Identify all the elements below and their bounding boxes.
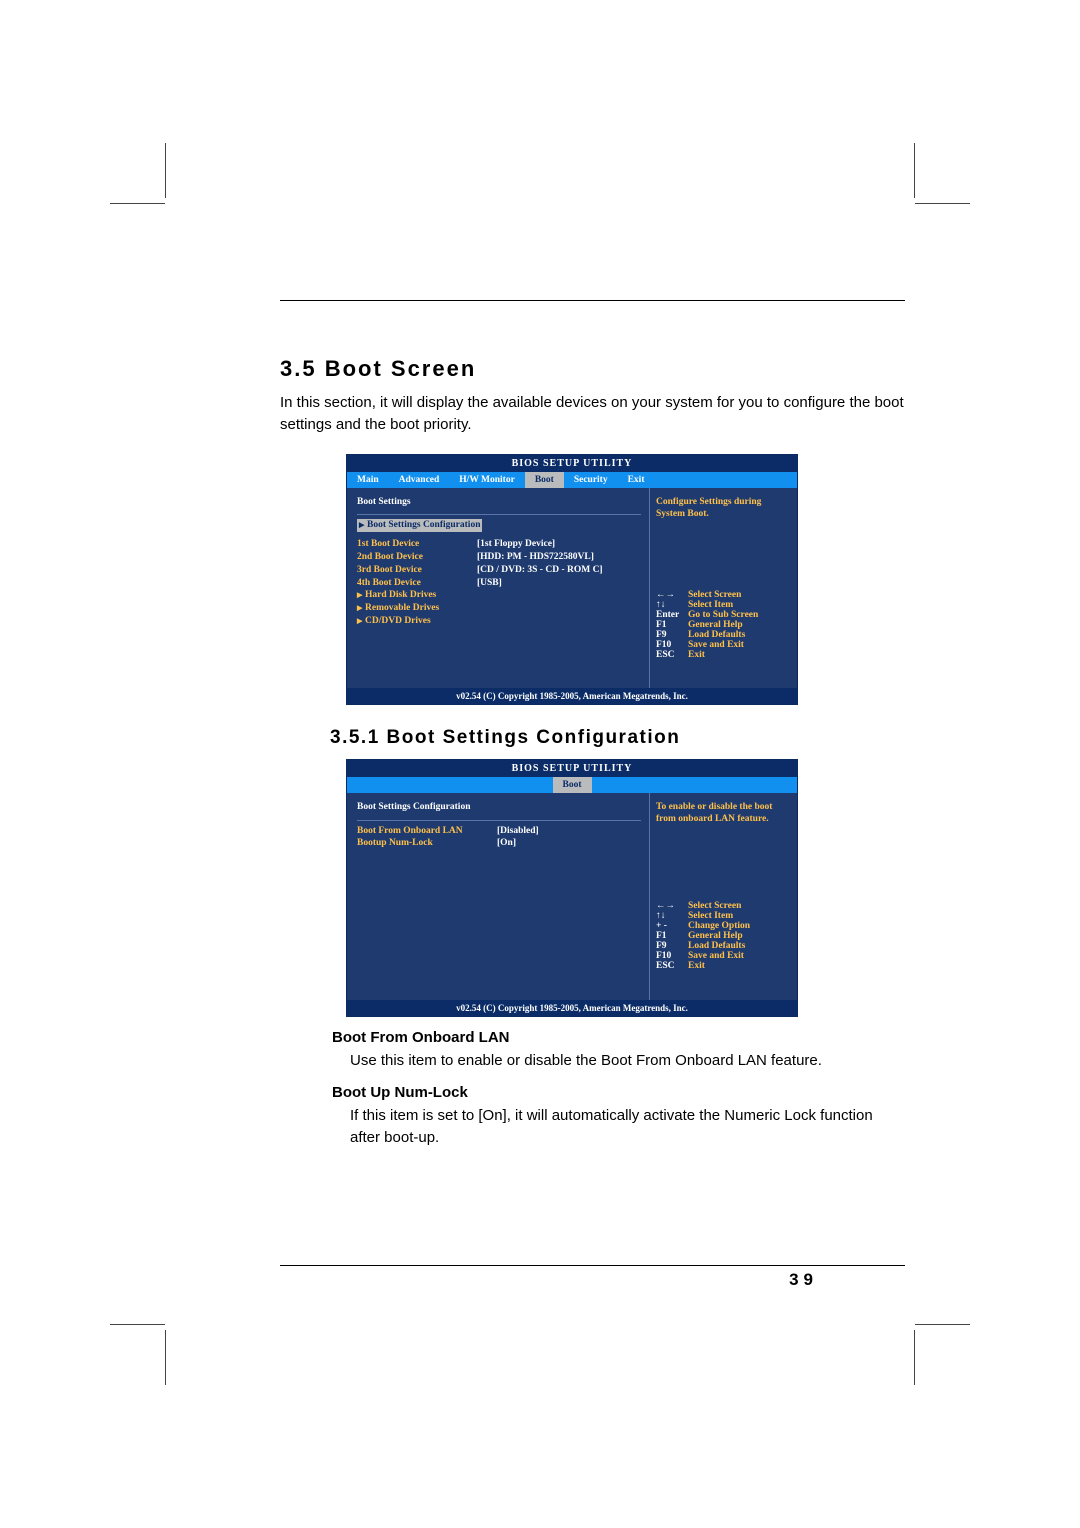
tab-main: Main [347, 472, 389, 488]
tab-exit: Exit [618, 472, 655, 488]
boot-from-lan-row: Boot From Onboard LAN[Disabled] [357, 825, 641, 838]
bootup-numlock-row: Bootup Num-Lock[On] [357, 837, 641, 850]
boot-settings-config-heading: Boot Settings Configuration [357, 801, 641, 814]
crop-mark [110, 1324, 165, 1325]
crop-mark [915, 203, 970, 204]
crop-mark [914, 1330, 915, 1385]
boot-settings-config-row: Boot Settings Configuration [357, 519, 641, 532]
section-heading: 3.5 Boot Screen [280, 356, 905, 382]
boot-device-4: 4th Boot Device[USB] [357, 577, 641, 590]
bottom-rule [280, 1265, 905, 1266]
bios-footer: v02.54 (C) Copyright 1985-2005, American… [347, 688, 797, 704]
page-content: 3.5 Boot Screen In this section, it will… [280, 300, 905, 1157]
tab-security: Security [564, 472, 618, 488]
item-heading-lan: Boot From Onboard LAN [332, 1029, 905, 1046]
bios-screenshot-2: BIOS SETUP UTILITY Boot Boot Settings Co… [346, 759, 798, 1017]
cddvd-drives-link: CD/DVD Drives [357, 615, 641, 628]
section-body: In this section, it will display the ava… [280, 392, 905, 436]
page-number: 39 [789, 1270, 818, 1290]
bios-help-text: To enable or disable the boot from onboa… [656, 801, 791, 826]
bios-screenshot-1: BIOS SETUP UTILITY Main Advanced H/W Mon… [346, 454, 798, 705]
subsection-heading: 3.5.1 Boot Settings Configuration [330, 727, 905, 749]
tab-advanced: Advanced [389, 472, 450, 488]
top-rule [280, 300, 905, 301]
crop-mark [165, 143, 166, 198]
item-body-lan: Use this item to enable or disable the B… [350, 1050, 880, 1072]
removable-drives-link: Removable Drives [357, 602, 641, 615]
bios-help-text: Configure Settings during System Boot. [656, 496, 791, 521]
hard-disk-drives-link: Hard Disk Drives [357, 589, 641, 602]
tab-boot: Boot [525, 472, 564, 488]
tab-boot: Boot [553, 777, 592, 793]
crop-mark [914, 143, 915, 198]
crop-mark [915, 1324, 970, 1325]
crop-mark [165, 1330, 166, 1385]
bios-tabs: Main Advanced H/W Monitor Boot Security … [347, 472, 797, 488]
tab-hw-monitor: H/W Monitor [449, 472, 525, 488]
bios-title: BIOS SETUP UTILITY [347, 760, 797, 777]
bios-title: BIOS SETUP UTILITY [347, 455, 797, 472]
bios-tabs: Boot [347, 777, 797, 793]
item-heading-numlock: Boot Up Num-Lock [332, 1084, 905, 1101]
bios-key-legend: ←→Select Screen ↑↓Select Item + -Change … [656, 901, 791, 971]
boot-settings-heading: Boot Settings [357, 496, 641, 509]
boot-device-3: 3rd Boot Device[CD / DVD: 3S - CD - ROM … [357, 564, 641, 577]
boot-device-2: 2nd Boot Device[HDD: PM - HDS722580VL] [357, 551, 641, 564]
crop-mark [110, 203, 165, 204]
boot-device-1: 1st Boot Device[1st Floppy Device] [357, 538, 641, 551]
bios-footer: v02.54 (C) Copyright 1985-2005, American… [347, 1000, 797, 1016]
bios-key-legend: ←→Select Screen ↑↓Select Item EnterGo to… [656, 590, 791, 660]
item-body-numlock: If this item is set to [On], it will aut… [350, 1105, 880, 1149]
